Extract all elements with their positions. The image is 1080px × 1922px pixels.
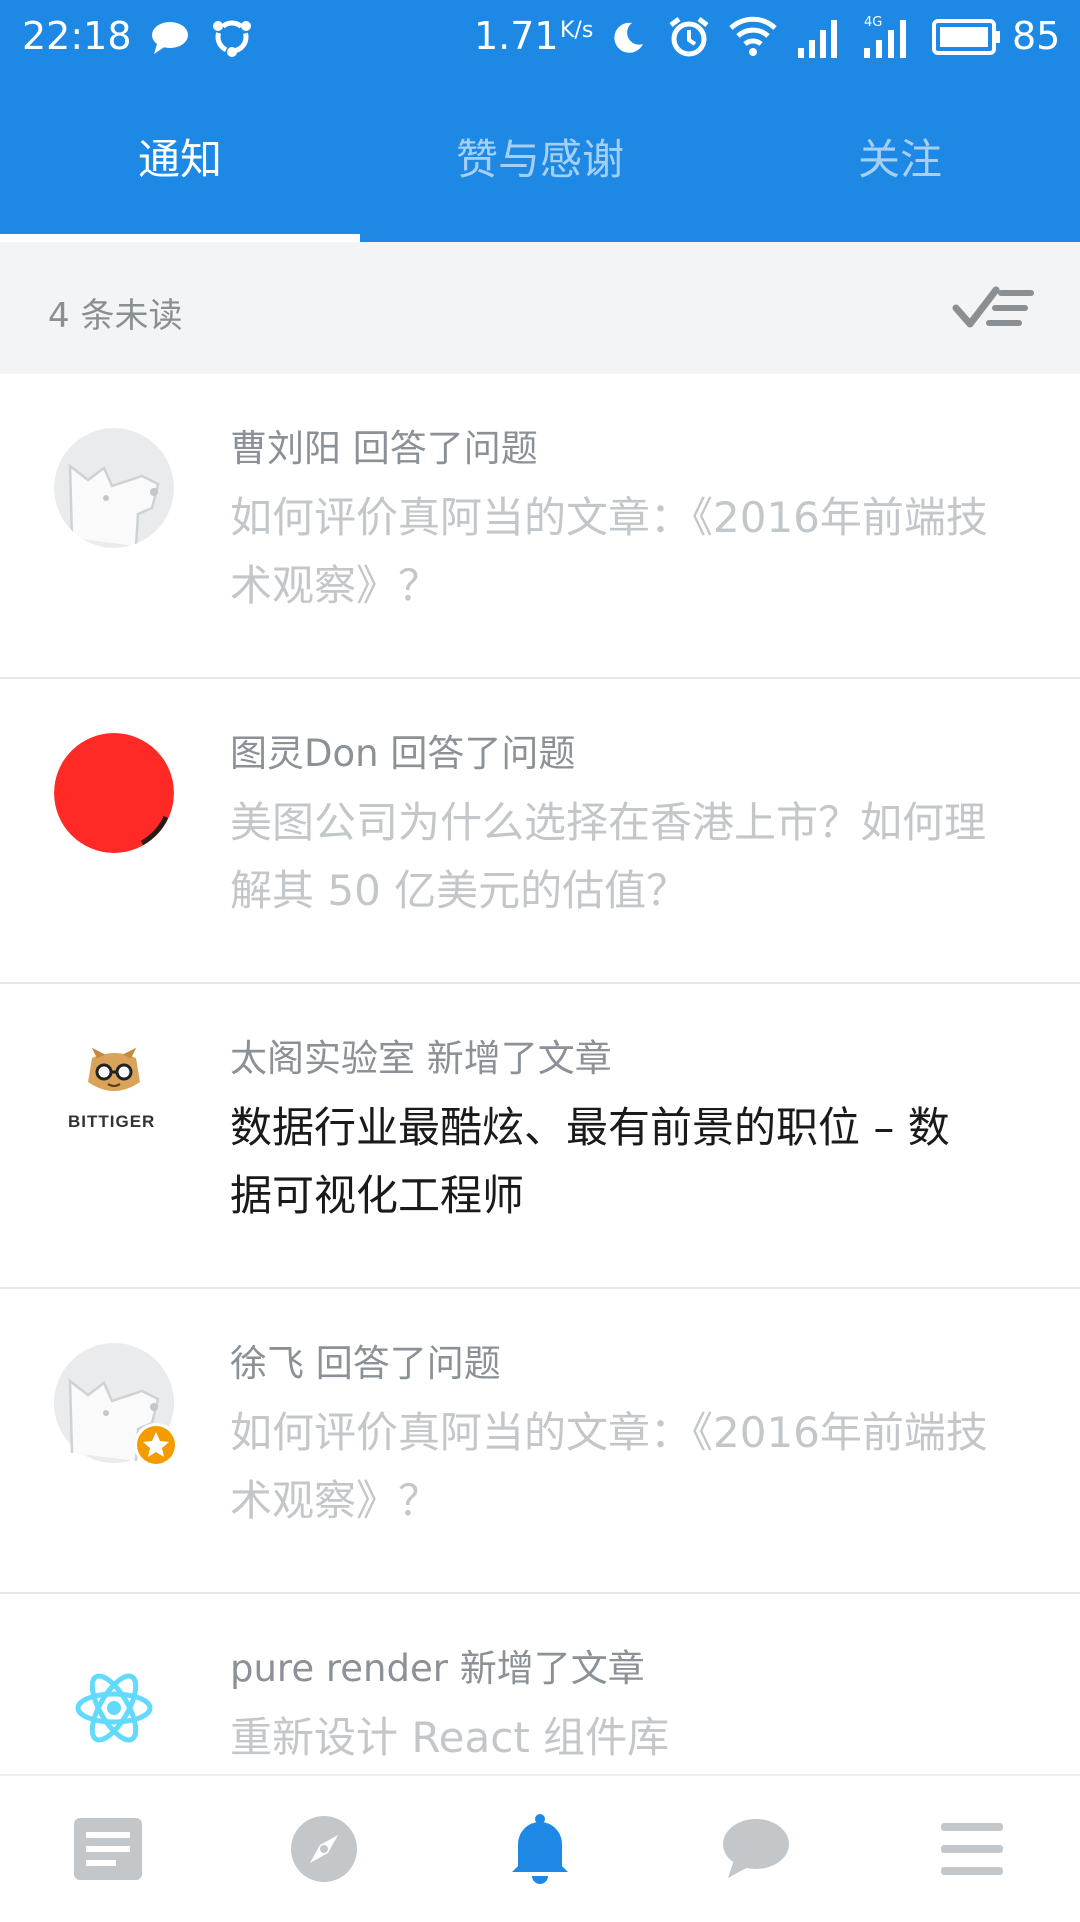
notification-tabs: 通知 赞与感谢 关注	[0, 80, 1080, 242]
wifi-icon	[729, 16, 777, 56]
network-speed: 1.71	[474, 14, 559, 58]
default-avatar-icon[interactable]	[54, 428, 174, 548]
list-item[interactable]: 徐飞 回答了问题 如何评价真阿当的文章：《2016年前端技术观察》？	[0, 1289, 1080, 1594]
alarm-icon	[669, 17, 709, 57]
notification-meta: 太阁实验室 新增了文章	[230, 1037, 612, 1080]
tab-follows[interactable]: 关注	[720, 80, 1080, 242]
nav-notifications[interactable]	[432, 1776, 648, 1922]
nav-menu[interactable]	[864, 1776, 1080, 1922]
message-bubble-icon	[152, 22, 188, 54]
list-item[interactable]: 曹刘阳 回答了问题 如何评价真阿当的文章：《2016年前端技术观察》？	[0, 374, 1080, 679]
network-speed-unit: K/s	[560, 18, 594, 43]
signal-4g-icon: 4G	[864, 15, 906, 58]
tab-likes-thanks[interactable]: 赞与感谢	[360, 80, 720, 242]
notification-meta: pure render 新增了文章	[230, 1647, 645, 1690]
notification-title[interactable]: 美图公司为什么选择在香港上市？如何理解其 50 亿美元的估值？	[230, 789, 990, 925]
red-circle-avatar[interactable]	[54, 733, 174, 853]
tab-notifications[interactable]: 通知	[0, 80, 360, 242]
default-avatar-icon[interactable]	[54, 1343, 178, 1467]
notification-title[interactable]: 如何评价真阿当的文章：《2016年前端技术观察》？	[230, 484, 990, 620]
moon-icon	[614, 22, 643, 53]
list-item[interactable]: 图灵Don 回答了问题 美图公司为什么选择在香港上市？如何理解其 50 亿美元的…	[0, 679, 1080, 984]
status-bar: 22:18 1.71 K/s 4G 85	[0, 0, 1080, 76]
bell-icon	[512, 1814, 568, 1884]
bittiger-logo-text: BITTIGER	[68, 1112, 156, 1131]
notification-list: 曹刘阳 回答了问题 如何评价真阿当的文章：《2016年前端技术观察》？ 图灵Do…	[0, 374, 1080, 1899]
notification-meta: 徐飞 回答了问题	[230, 1342, 501, 1385]
react-logo[interactable]	[54, 1648, 174, 1768]
notification-meta: 图灵Don 回答了问题	[230, 732, 576, 775]
unread-bar: 4 条未读	[0, 242, 1080, 374]
active-tab-indicator	[0, 234, 360, 242]
svg-text:4G: 4G	[864, 15, 882, 30]
explore-compass-icon	[291, 1816, 357, 1882]
feed-icon	[74, 1818, 142, 1880]
bittiger-logo[interactable]: BITTIGER	[54, 1038, 174, 1158]
menu-icon	[941, 1823, 1003, 1875]
star-badge-icon	[134, 1423, 178, 1467]
signal-icon	[798, 20, 837, 58]
nav-messages[interactable]	[648, 1776, 864, 1922]
mark-all-read-icon[interactable]	[952, 282, 1036, 334]
chat-bubble-icon	[723, 1819, 789, 1878]
sync-icon	[213, 20, 251, 57]
tiger-face-icon	[88, 1047, 140, 1091]
nav-explore[interactable]	[216, 1776, 432, 1922]
status-time: 22:18	[22, 14, 132, 58]
notification-meta: 曹刘阳 回答了问题	[230, 427, 538, 470]
notification-title[interactable]: 重新设计 React 组件库	[230, 1704, 990, 1772]
notification-title[interactable]: 如何评价真阿当的文章：《2016年前端技术观察》？	[230, 1399, 990, 1535]
top-header: 22:18 1.71 K/s 4G 85 通知 赞与感谢 关注	[0, 0, 1080, 242]
unread-count: 4 条未读	[48, 296, 183, 336]
battery-icon	[932, 19, 1000, 55]
battery-level: 85	[1012, 14, 1061, 58]
notification-title[interactable]: 数据行业最酷炫、最有前景的职位 – 数据可视化工程师	[230, 1094, 990, 1230]
bottom-navigation	[0, 1774, 1080, 1922]
list-item[interactable]: BITTIGER 太阁实验室 新增了文章 数据行业最酷炫、最有前景的职位 – 数…	[0, 984, 1080, 1289]
nav-feed[interactable]	[0, 1776, 216, 1922]
